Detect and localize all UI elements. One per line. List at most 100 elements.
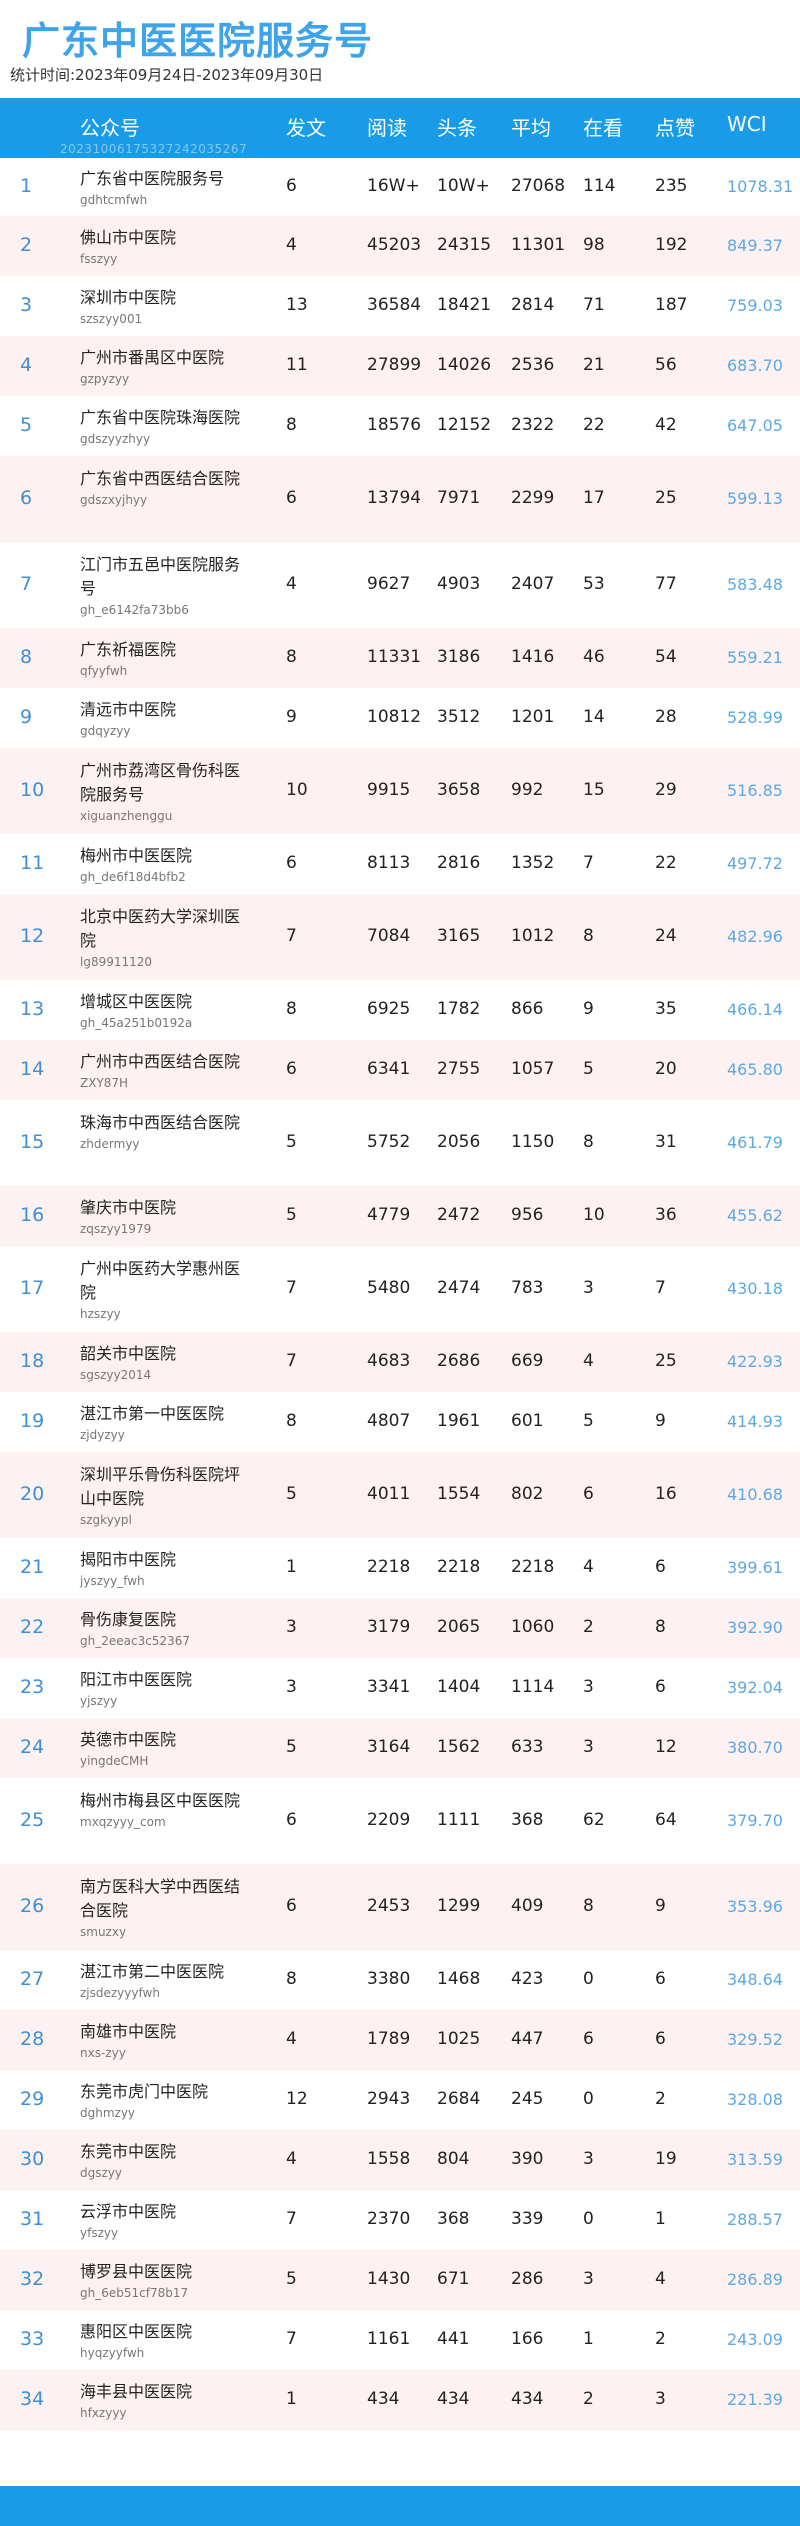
account-info[interactable]: 广州中医药大学惠州医院 hzszyy [80,1257,240,1321]
account-info[interactable]: 广东省中医院服务号 gdhtcmfwh [80,167,240,207]
table-row[interactable]: 1 广东省中医院服务号 gdhtcmfwh 6 16W+ 10W+ 27068 114 235 1… [0,158,800,216]
account-name[interactable]: 英德市中医院 [80,1728,240,1752]
column-header-likes[interactable]: 点赞 [655,112,695,141]
account-info[interactable]: 博罗县中医医院 gh_6eb51cf78b17 [80,2260,240,2300]
account-info[interactable]: 梅州市中医医院 gh_de6f18d4bfb2 [80,844,240,884]
account-info[interactable]: 东莞市中医院 dgszyy [80,2140,240,2180]
account-name[interactable]: 广东祈福医院 [80,638,240,662]
account-name[interactable]: 江门市五邑中医院服务号 [80,553,240,601]
account-info[interactable]: 南方医科大学中西医结合医院 smuzxy [80,1875,240,1939]
account-info[interactable]: 广州市荔湾区骨伤科医院服务号 xiguanzhenggu [80,759,240,823]
account-info[interactable]: 揭阳市中医院 jyszyy_fwh [80,1548,240,1588]
account-info[interactable]: 广州市中西医结合医院 ZXY87H [80,1050,240,1090]
account-name[interactable]: 揭阳市中医院 [80,1548,240,1572]
account-name[interactable]: 梅州市中医医院 [80,844,240,868]
account-info[interactable]: 广州市番禺区中医院 gzpyzyy [80,346,240,386]
account-info[interactable]: 广东祈福医院 qfyyfwh [80,638,240,678]
table-row[interactable]: 16 肇庆市中医院 zqszyy1979 5 4779 2472 956 10 36 455.62 [0,1186,800,1246]
account-info[interactable]: 骨伤康复医院 gh_2eeac3c52367 [80,1608,240,1648]
table-row[interactable]: 20 深圳平乐骨伤科医院坪山中医院 szgkyypl 5 4011 1554 802 6 16 4… [0,1452,800,1538]
table-row[interactable]: 9 清远市中医院 gdqyzyy 9 10812 3512 1201 14 28 528.99 [0,688,800,748]
table-row[interactable]: 29 东莞市虎门中医院 dghmzyy 12 2943 2684 245 0 2 328.08 [0,2070,800,2130]
table-row[interactable]: 13 增城区中医医院 gh_45a251b0192a 8 6925 1782 866 9 35 4… [0,980,800,1040]
account-name[interactable]: 南雄市中医院 [80,2020,240,2044]
account-info[interactable]: 深圳市中医院 szszyy001 [80,286,240,326]
account-name[interactable]: 湛江市第二中医医院 [80,1960,240,1984]
account-info[interactable]: 深圳平乐骨伤科医院坪山中医院 szgkyypl [80,1463,240,1527]
table-row[interactable]: 24 英德市中医院 yingdeCMH 5 3164 1562 633 3 12 380.70 [0,1718,800,1778]
account-name[interactable]: 深圳市中医院 [80,286,240,310]
account-name[interactable]: 广东省中西医结合医院 [80,467,240,491]
account-info[interactable]: 南雄市中医院 nxs-zyy [80,2020,240,2060]
column-header-account[interactable]: 公众号 [80,112,140,141]
account-info[interactable]: 肇庆市中医院 zqszyy1979 [80,1196,240,1236]
account-info[interactable]: 韶关市中医院 sgszyy2014 [80,1342,240,1382]
account-info[interactable]: 东莞市虎门中医院 dghmzyy [80,2080,240,2120]
table-row[interactable]: 15 珠海市中西医结合医院 zhdermyy 5 5752 2056 1150 8 31 461.… [0,1100,800,1186]
account-info[interactable]: 增城区中医医院 gh_45a251b0192a [80,990,240,1030]
account-name[interactable]: 博罗县中医医院 [80,2260,240,2284]
account-info[interactable]: 广东省中医院珠海医院 gdszyyzhyy [80,406,240,446]
table-row[interactable]: 7 江门市五邑中医院服务号 gh_e6142fa73bb6 4 9627 4903 2407… [0,542,800,628]
account-info[interactable]: 梅州市梅县区中医医院 mxqzyyy_com [80,1789,240,1829]
account-name[interactable]: 海丰县中医医院 [80,2380,240,2404]
account-name[interactable]: 湛江市第一中医医院 [80,1402,240,1426]
account-info[interactable]: 阳江市中医医院 yjszyy [80,1668,240,1708]
column-header-average[interactable]: 平均 [511,112,551,141]
table-row[interactable]: 34 海丰县中医医院 hfxzyyy 1 434 434 434 2 3 221.39 [0,2370,800,2430]
table-row[interactable]: 3 深圳市中医院 szszyy001 13 36584 18421 2814 71 187 759… [0,276,800,336]
table-row[interactable]: 30 东莞市中医院 dgszyy 4 1558 804 390 3 19 313.59 [0,2130,800,2190]
account-info[interactable]: 珠海市中西医结合医院 zhdermyy [80,1111,240,1151]
account-info[interactable]: 江门市五邑中医院服务号 gh_e6142fa73bb6 [80,553,240,617]
account-info[interactable]: 湛江市第一中医医院 zjdyzyy [80,1402,240,1442]
table-row[interactable]: 12 北京中医药大学深圳医院 lg89911120 7 7084 3165 1012 8 24 4… [0,894,800,980]
account-name[interactable]: 云浮市中医院 [80,2200,240,2224]
account-info[interactable]: 佛山市中医院 fsszyy [80,226,240,266]
table-row[interactable]: 22 骨伤康复医院 gh_2eeac3c52367 3 3179 2065 1060 2 8 39… [0,1598,800,1658]
account-name[interactable]: 佛山市中医院 [80,226,240,250]
table-row[interactable]: 26 南方医科大学中西医结合医院 smuzxy 6 2453 1299 409 8 9 353.9… [0,1864,800,1950]
table-row[interactable]: 11 梅州市中医医院 gh_de6f18d4bfb2 6 8113 2816 1352 7 22… [0,834,800,894]
account-name[interactable]: 骨伤康复医院 [80,1608,240,1632]
account-name[interactable]: 韶关市中医院 [80,1342,240,1366]
account-info[interactable]: 惠阳区中医医院 hyqzyyfwh [80,2320,240,2360]
column-header-watching[interactable]: 在看 [583,112,623,141]
table-row[interactable]: 33 惠阳区中医医院 hyqzyyfwh 7 1161 441 166 1 2 243.09 [0,2310,800,2370]
column-header-posts[interactable]: 发文 [286,112,326,141]
account-name[interactable]: 东莞市中医院 [80,2140,240,2164]
account-name[interactable]: 阳江市中医医院 [80,1668,240,1692]
column-header-headline[interactable]: 头条 [437,112,477,141]
table-row[interactable]: 32 博罗县中医医院 gh_6eb51cf78b17 5 1430 671 286 3 4 286… [0,2250,800,2310]
account-name[interactable]: 清远市中医院 [80,698,240,722]
account-name[interactable]: 南方医科大学中西医结合医院 [80,1875,240,1923]
account-name[interactable]: 广东省中医院服务号 [80,167,240,191]
table-row[interactable]: 27 湛江市第二中医医院 zjsdezyyyfwh 8 3380 1468 423 0 6 348… [0,1950,800,2010]
account-name[interactable]: 深圳平乐骨伤科医院坪山中医院 [80,1463,240,1511]
table-row[interactable]: 10 广州市荔湾区骨伤科医院服务号 xiguanzhenggu 10 9915 3658 9… [0,748,800,834]
account-name[interactable]: 北京中医药大学深圳医院 [80,905,240,953]
table-row[interactable]: 5 广东省中医院珠海医院 gdszyyzhyy 8 18576 12152 2322 22 42… [0,396,800,456]
table-row[interactable]: 17 广州中医药大学惠州医院 hzszyy 7 5480 2474 783 3 7 430.18 [0,1246,800,1332]
account-name[interactable]: 广州中医药大学惠州医院 [80,1257,240,1305]
account-name[interactable]: 广州市番禺区中医院 [80,346,240,370]
table-row[interactable]: 8 广东祈福医院 qfyyfwh 8 11331 3186 1416 46 54 559.21 [0,628,800,688]
account-info[interactable]: 湛江市第二中医医院 zjsdezyyyfwh [80,1960,240,2000]
table-row[interactable]: 6 广东省中西医结合医院 gdszxyjhyy 6 13794 7971 2299 17 25 5… [0,456,800,542]
table-row[interactable]: 23 阳江市中医医院 yjszyy 3 3341 1404 1114 3 6 392.04 [0,1658,800,1718]
table-row[interactable]: 25 梅州市梅县区中医医院 mxqzyyy_com 6 2209 1111 368 62 64 3… [0,1778,800,1864]
account-name[interactable]: 广州市荔湾区骨伤科医院服务号 [80,759,240,807]
account-info[interactable]: 云浮市中医院 yfszyy [80,2200,240,2240]
account-name[interactable]: 珠海市中西医结合医院 [80,1111,240,1135]
column-header-wci[interactable]: WCI [727,112,767,136]
account-name[interactable]: 东莞市虎门中医院 [80,2080,240,2104]
account-info[interactable]: 清远市中医院 gdqyzyy [80,698,240,738]
table-row[interactable]: 14 广州市中西医结合医院 ZXY87H 6 6341 2755 1057 5 20 465.80 [0,1040,800,1100]
table-row[interactable]: 4 广州市番禺区中医院 gzpyzyy 11 27899 14026 2536 21 56 683… [0,336,800,396]
account-info[interactable]: 广东省中西医结合医院 gdszxyjhyy [80,467,240,507]
account-name[interactable]: 广东省中医院珠海医院 [80,406,240,430]
account-info[interactable]: 北京中医药大学深圳医院 lg89911120 [80,905,240,969]
table-row[interactable]: 2 佛山市中医院 fsszyy 4 45203 24315 11301 98 192 849.37 [0,216,800,276]
account-name[interactable]: 广州市中西医结合医院 [80,1050,240,1074]
table-row[interactable]: 28 南雄市中医院 nxs-zyy 4 1789 1025 447 6 6 329.52 [0,2010,800,2070]
account-name[interactable]: 肇庆市中医院 [80,1196,240,1220]
